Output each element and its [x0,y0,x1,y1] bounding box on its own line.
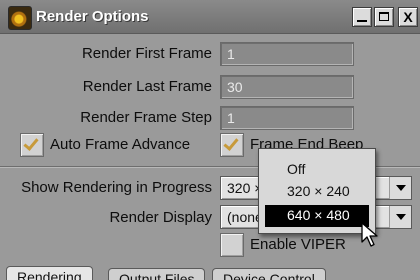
menu-item-off[interactable]: Off [265,159,369,181]
enable-viper-checkbox[interactable] [220,233,244,257]
frame-step-label: Render Frame Step [80,109,212,126]
mouse-pointer-icon [361,222,378,247]
resolution-popup-menu: Off 320 × 240 640 × 480 [258,148,376,234]
chevron-down-icon[interactable] [389,177,411,199]
first-frame-field[interactable]: 1 [220,42,354,66]
last-frame-label: Render Last Frame [82,78,212,95]
auto-frame-advance-label: Auto Frame Advance [50,136,191,153]
chevron-down-icon[interactable] [389,206,411,228]
maximize-icon [379,12,389,21]
app-logo-icon [8,6,32,30]
render-options-window: Render Options X Render First Frame 1 Re… [0,0,420,280]
show-rendering-label: Show Rendering in Progress [21,179,212,196]
enable-viper-label: Enable VIPER [250,236,346,253]
tab-output-files[interactable]: Output Files [108,268,206,280]
title-bar[interactable]: Render Options X [0,0,420,34]
menu-item-320x240[interactable]: 320 × 240 [265,181,369,203]
frame-end-beep-checkbox[interactable] [220,133,244,157]
checkmark-icon [223,135,239,151]
checkmark-icon [23,135,39,151]
window-title: Render Options [36,8,149,25]
last-frame-field[interactable]: 30 [220,75,354,99]
menu-item-640x480[interactable]: 640 × 480 [265,205,369,227]
frame-step-field[interactable]: 1 [220,106,354,130]
tab-device-control[interactable]: Device Control [212,268,326,280]
close-button[interactable]: X [398,7,418,27]
first-frame-label: Render First Frame [81,45,212,62]
minimize-icon [357,20,367,22]
maximize-button[interactable] [374,7,394,27]
minimize-button[interactable] [352,7,372,27]
auto-frame-advance-checkbox[interactable] [20,133,44,157]
render-display-label: Render Display [109,209,212,226]
tab-rendering[interactable]: Rendering [6,266,93,280]
